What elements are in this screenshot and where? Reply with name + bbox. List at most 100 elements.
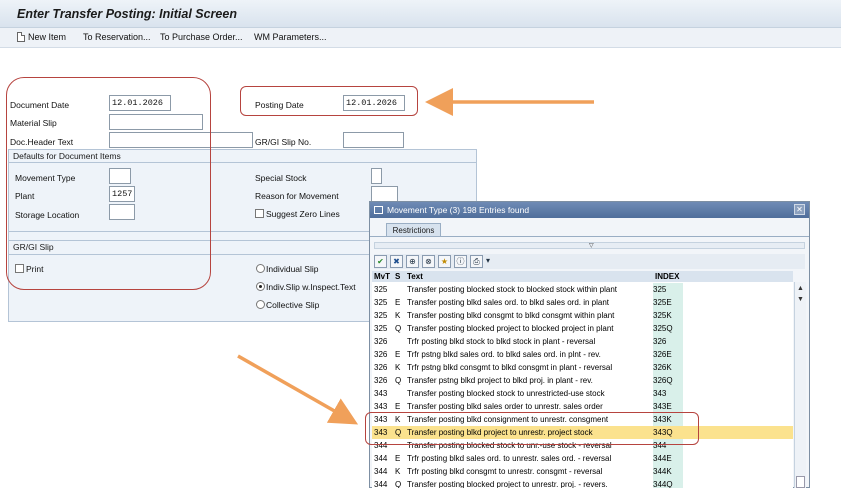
new-document-icon[interactable] xyxy=(17,32,25,42)
movement-type-field[interactable] xyxy=(109,168,131,184)
collective-slip-label: Collective Slip xyxy=(266,300,320,310)
indiv-slip-inspect-radio[interactable] xyxy=(256,282,265,291)
list-cell-s: Q xyxy=(395,428,402,437)
popup-title-bar: Movement Type (3) 198 Entries found ✕ xyxy=(370,202,809,218)
close-icon[interactable]: ✕ xyxy=(794,204,805,215)
list-cell-text: Transfer posting blocked stock to blocke… xyxy=(407,285,618,294)
list-item[interactable]: 343 E Transfer posting blkd sales order to… xyxy=(372,400,793,413)
list-cell-s: Q xyxy=(395,324,402,333)
list-cell-index: 326 xyxy=(653,335,683,348)
personal-list-icon[interactable]: ★ xyxy=(438,255,451,268)
list-cell-s: E xyxy=(395,402,401,411)
list-item[interactable]: 326 E Trfr pstng blkd sales ord. to blkd s… xyxy=(372,348,793,361)
list-cell-text: Transfer posting blkd consgmt to blkd co… xyxy=(407,311,615,320)
list-cell-index: 326K xyxy=(653,361,683,374)
chevron-down-icon: ▽ xyxy=(589,243,594,249)
information-icon[interactable]: ⓘ xyxy=(454,255,467,268)
to-reservation-button[interactable]: To Reservation... xyxy=(83,32,151,42)
list-item[interactable]: 343 K Transfer posting blkd consignment to… xyxy=(372,413,793,426)
list-item[interactable]: 344 Transfer posting blocked stock to unr… xyxy=(372,439,793,452)
wm-parameters-button[interactable]: WM Parameters... xyxy=(254,32,327,42)
cancel-icon[interactable]: ✖ xyxy=(390,255,403,268)
print-icon[interactable]: ⎙ xyxy=(470,255,483,268)
gr-gi-slip-no-field[interactable] xyxy=(343,132,404,148)
scroll-thumb[interactable] xyxy=(796,476,805,488)
list-cell-text: Transfer pstng blkd project to blkd proj… xyxy=(407,376,593,385)
list-cell-mvt: 326 xyxy=(374,350,388,359)
popup-toolbar: ✔ ✖ ⊕ ⊗ ★ ⓘ ⎙ ▾ xyxy=(374,254,805,269)
list-cell-mvt: 344 xyxy=(374,454,388,463)
column-header-s[interactable]: S xyxy=(395,272,400,281)
scroll-up-icon[interactable]: ▲ xyxy=(797,285,804,292)
list-item[interactable]: 325 Q Transfer posting blocked project to … xyxy=(372,322,793,335)
material-slip-field[interactable] xyxy=(109,114,203,130)
popup-title: Movement Type (3) xyxy=(387,205,461,215)
list-header: MvT S Text INDEX xyxy=(372,271,793,282)
find-next-icon[interactable]: ⊗ xyxy=(422,255,435,268)
list-cell-index: 325E xyxy=(653,296,683,309)
list-cell-mvt: 344 xyxy=(374,480,388,488)
special-stock-label: Special Stock xyxy=(255,173,307,183)
tab-divider xyxy=(370,236,809,237)
vertical-scrollbar[interactable]: ▲ ▼ xyxy=(794,282,806,488)
to-purchase-order-button[interactable]: To Purchase Order... xyxy=(160,32,243,42)
popup-entries-count: 198 Entries found xyxy=(462,205,530,215)
list-cell-index: 326Q xyxy=(653,374,683,387)
list-cell-text: Transfer posting blocked stock to unr.-u… xyxy=(407,441,612,450)
list-cell-mvt: 343 xyxy=(374,402,388,411)
checkmark-icon[interactable]: ✔ xyxy=(374,255,387,268)
list-cell-index: 344E xyxy=(653,452,683,465)
collective-slip-radio[interactable] xyxy=(256,300,265,309)
list-cell-s: K xyxy=(395,311,401,320)
print-label: Print xyxy=(26,264,44,274)
suggest-zero-lines-label: Suggest Zero Lines xyxy=(266,209,340,219)
posting-date-field[interactable]: 12.01.2026 xyxy=(343,95,405,111)
list-cell-index: 325Q xyxy=(653,322,683,335)
suggest-zero-lines-checkbox[interactable] xyxy=(255,209,264,218)
column-header-text[interactable]: Text xyxy=(407,272,423,281)
doc-header-text-field[interactable] xyxy=(109,132,253,148)
movement-type-label: Movement Type xyxy=(15,173,76,183)
list-cell-mvt: 343 xyxy=(374,415,388,424)
plant-field[interactable]: 1257 xyxy=(109,186,135,202)
special-stock-field[interactable] xyxy=(371,168,382,184)
restrictions-expand-handle[interactable]: ▽ xyxy=(374,242,805,249)
list-cell-mvt: 344 xyxy=(374,467,388,476)
reason-for-movement-label: Reason for Movement xyxy=(255,191,339,201)
list-item[interactable]: 326 Q Transfer pstng blkd project to blkd … xyxy=(372,374,793,387)
list-cell-s: E xyxy=(395,298,401,307)
list-item[interactable]: 325 E Transfer posting blkd sales ord. to … xyxy=(372,296,793,309)
list-item[interactable]: 344 E Trfr posting blkd sales ord. to unre… xyxy=(372,452,793,465)
list-cell-mvt: 326 xyxy=(374,376,388,385)
list-cell-text: Transfer posting blocked project to bloc… xyxy=(407,324,614,333)
list-cell-s: Q xyxy=(395,376,402,385)
list-cell-index: 343 xyxy=(653,387,683,400)
list-cell-text: Trfr posting blkd stock to blkd stock in… xyxy=(407,337,596,346)
list-item[interactable]: 343 Transfer posting blocked stock to unr… xyxy=(372,387,793,400)
list-cell-s: Q xyxy=(395,480,402,488)
reason-for-movement-field[interactable] xyxy=(371,186,398,202)
scroll-down-icon[interactable]: ▼ xyxy=(797,296,804,303)
list-cell-s: K xyxy=(395,415,401,424)
list-item[interactable]: 343 Q Transfer posting blkd project to unr… xyxy=(372,426,793,439)
document-date-field[interactable]: 12.01.2026 xyxy=(109,95,171,111)
storage-location-field[interactable] xyxy=(109,204,135,220)
list-cell-s: E xyxy=(395,454,401,463)
list-cell-index: 344K xyxy=(653,465,683,478)
list-item[interactable]: 326 K Trfr pstng blkd consgmt to blkd cons… xyxy=(372,361,793,374)
list-item[interactable]: 326 Trfr posting blkd stock to blkd stock… xyxy=(372,335,793,348)
dropdown-arrow-icon[interactable]: ▾ xyxy=(484,255,492,268)
binoculars-icon[interactable]: ⊕ xyxy=(406,255,419,268)
column-header-index[interactable]: INDEX xyxy=(655,272,679,281)
list-cell-mvt: 344 xyxy=(374,441,388,450)
column-header-mvt[interactable]: MvT xyxy=(374,272,390,281)
print-checkbox[interactable] xyxy=(15,264,24,273)
list-item[interactable]: 325 Transfer posting blocked stock to blo… xyxy=(372,283,793,296)
list-item[interactable]: 344 Q Transfer posting blocked project to … xyxy=(372,478,793,488)
list-item[interactable]: 344 K Trfr posting blkd consgmt to unrestr… xyxy=(372,465,793,478)
new-item-button[interactable]: New Item xyxy=(28,32,66,42)
individual-slip-radio[interactable] xyxy=(256,264,265,273)
list-item[interactable]: 325 K Transfer posting blkd consgmt to blk… xyxy=(372,309,793,322)
tab-restrictions[interactable]: Restrictions xyxy=(386,223,441,237)
list-cell-text: Transfer posting blocked stock to unrest… xyxy=(407,389,605,398)
